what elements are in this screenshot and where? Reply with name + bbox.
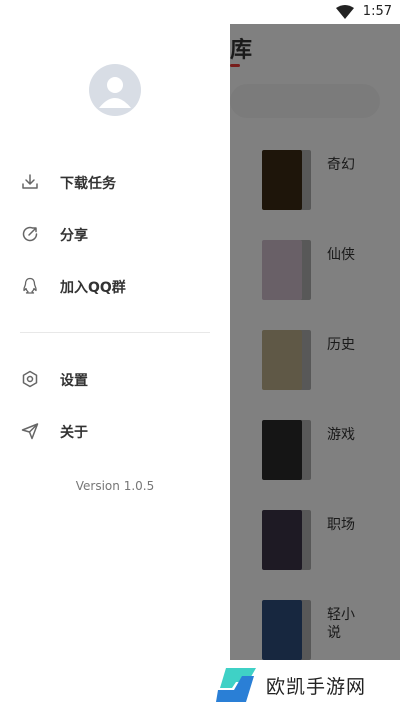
menu-label: 下载任务 [60,176,116,192]
watermark-logo: 欧凯手游网 [212,662,400,708]
qq-icon [23,277,37,294]
version-text: Version 1.0.5 [75,479,155,493]
divider [20,332,210,333]
settings-icon [22,370,38,388]
share-icon [22,226,38,242]
menu-item-join-qq-group[interactable]: 加入QQ群 [20,271,210,301]
menu-item-about[interactable]: 关于 [20,416,210,446]
download-icon [22,174,38,189]
watermark-text: 欧凯手游网 [266,676,367,698]
menu-item-share[interactable]: 分享 [20,219,210,249]
menu-label: 设置 [60,373,88,389]
send-icon [21,423,39,440]
menu-label: 关于 [60,425,88,441]
watermark-logo-icon [216,668,256,702]
status-time: 1:57 [362,4,392,19]
wifi-icon [336,5,354,19]
menu-item-settings[interactable]: 设置 [20,364,210,394]
menu-label: 分享 [60,228,88,244]
user-icon [99,77,131,108]
avatar[interactable] [89,64,141,116]
status-bar: 1:57 [0,0,400,24]
menu-item-download[interactable]: 下载任务 [20,167,210,197]
menu-label: 加入QQ群 [60,280,126,296]
navigation-drawer: 下载任务 分享 加入QQ群 设置 关于 Version 1.0.5 [0,0,230,710]
